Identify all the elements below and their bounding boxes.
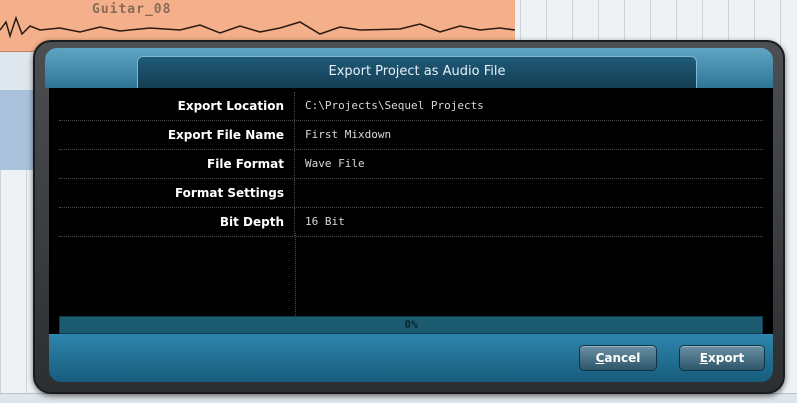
dialog-content: Export Location C:\Projects\Sequel Proje… (49, 88, 773, 334)
export-dialog: Export Project as Audio File Export Loca… (33, 40, 785, 394)
bit-depth-value[interactable]: 16 Bit (305, 208, 345, 236)
field-format-settings: Format Settings (59, 179, 763, 208)
field-bit-depth: Bit Depth 16 Bit (59, 208, 763, 237)
export-label: xport (707, 351, 745, 365)
column-divider (295, 233, 296, 318)
field-file-format: File Format Wave File (59, 150, 763, 179)
dialog-footer: Cancel Export (49, 334, 773, 382)
export-location-value[interactable]: C:\Projects\Sequel Projects (305, 92, 484, 120)
cancel-label: ancel (604, 351, 641, 365)
file-format-value[interactable]: Wave File (305, 150, 365, 178)
field-export-location: Export Location C:\Projects\Sequel Proje… (59, 92, 763, 121)
cancel-button[interactable]: Cancel (579, 345, 657, 371)
field-label: File Format (59, 150, 295, 178)
field-label: Format Settings (59, 179, 295, 207)
progress-text: 0% (404, 318, 418, 331)
field-export-file-name: Export File Name First Mixdown (59, 121, 763, 150)
export-button[interactable]: Export (679, 345, 765, 371)
dialog-titlebar[interactable]: Export Project as Audio File (45, 48, 773, 88)
field-label: Export File Name (59, 121, 295, 149)
export-accelerator: E (699, 351, 708, 365)
export-progress-bar: 0% (59, 316, 763, 334)
field-label: Export Location (59, 92, 295, 120)
field-label: Bit Depth (59, 208, 295, 236)
clip-label: Guitar_08 (92, 2, 172, 17)
dialog-title: Export Project as Audio File (328, 64, 506, 79)
export-file-name-value[interactable]: First Mixdown (305, 121, 391, 149)
dialog-title-tab: Export Project as Audio File (137, 56, 697, 88)
timeline-ruler (0, 393, 797, 403)
